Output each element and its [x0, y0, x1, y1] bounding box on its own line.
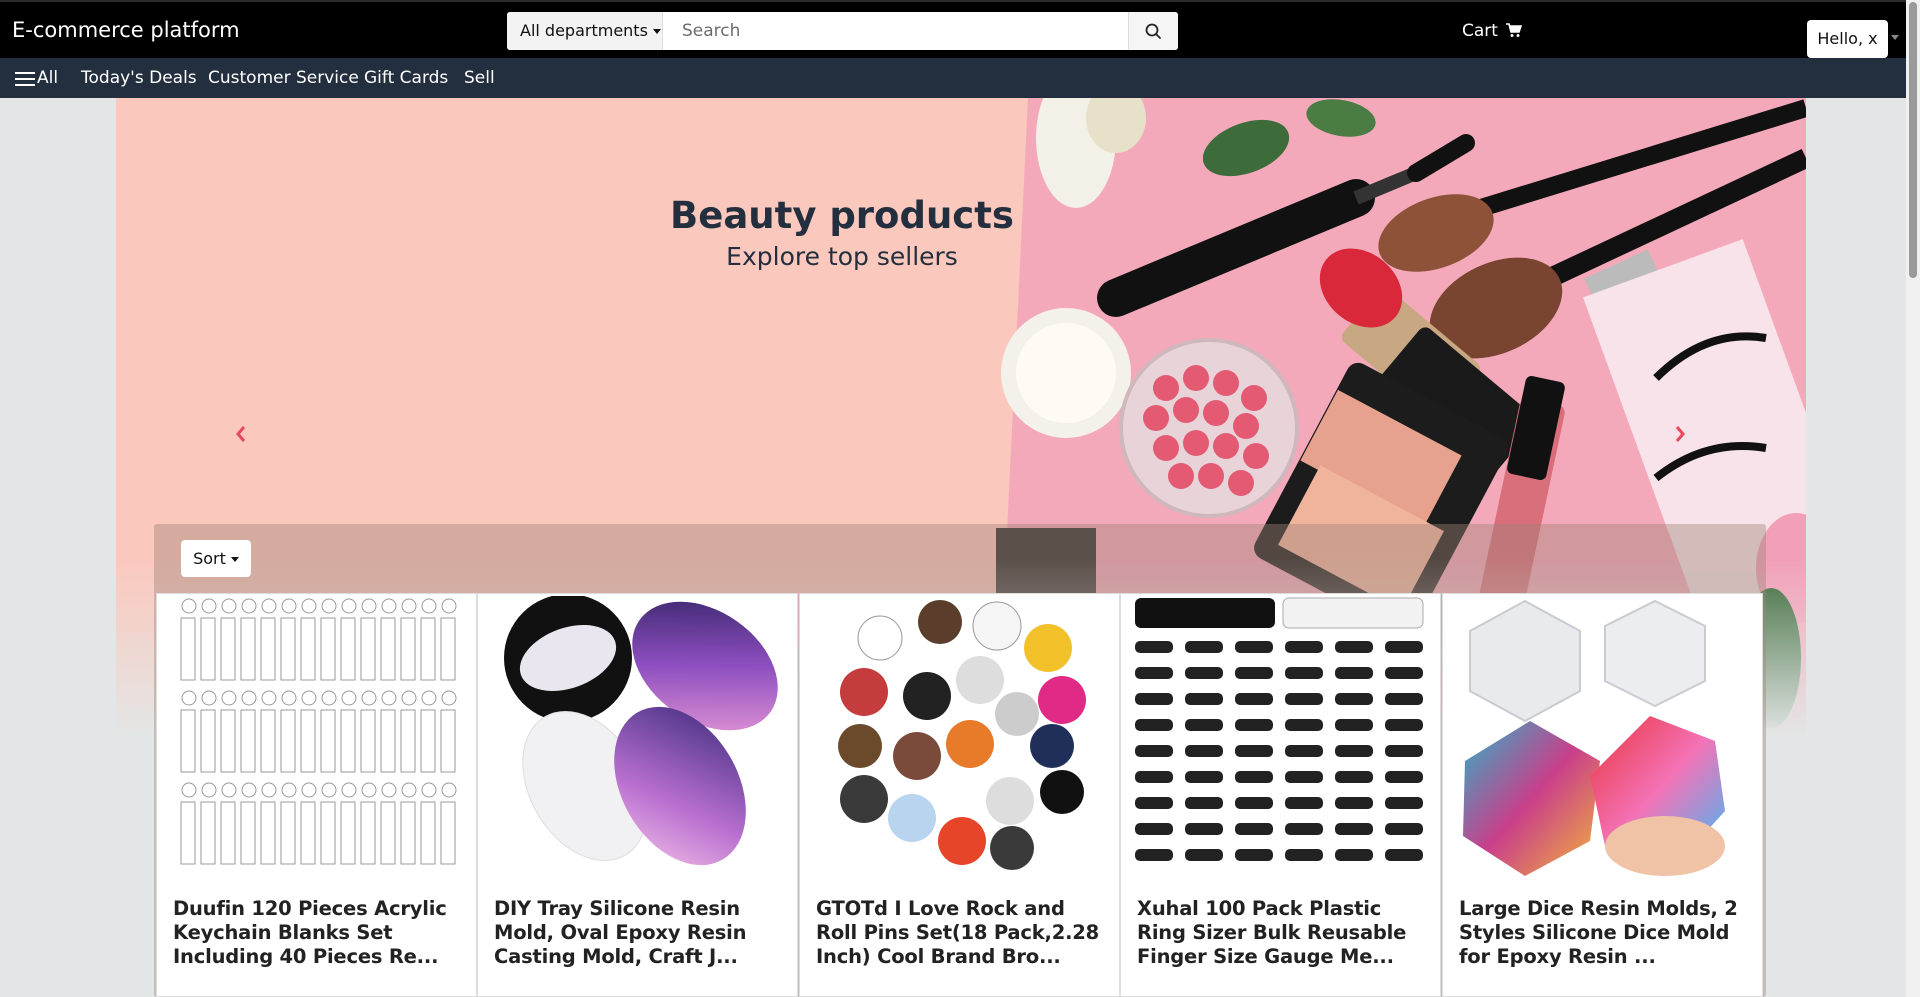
product-image[interactable] [169, 596, 467, 878]
account-menu-button[interactable]: Hello, x [1807, 20, 1888, 58]
vertical-scrollbar[interactable] [1906, 0, 1920, 997]
search-input[interactable] [664, 12, 1128, 50]
search-bar: All departments [507, 12, 1178, 50]
product-image[interactable] [1133, 596, 1431, 878]
sort-dropdown[interactable]: Sort [181, 540, 251, 577]
product-image[interactable] [1455, 596, 1753, 878]
caret-down-icon [652, 29, 661, 34]
product-card[interactable]: Xuhal 100 Pack Plastic Ring Sizer Bulk R… [1120, 593, 1441, 997]
chevron-right-icon[interactable] [1674, 425, 1686, 443]
hero-title: Beauty products [670, 194, 1014, 237]
department-label: All departments [520, 21, 648, 40]
product-title[interactable]: Duufin 120 Pieces Acrylic Keychain Blank… [173, 897, 465, 969]
product-card[interactable]: GTOTd I Love Rock and Roll Pins Set(18 P… [799, 593, 1120, 997]
nav-all[interactable]: All [37, 68, 58, 88]
product-card[interactable]: DIY Tray Silicone Resin Mold, Oval Epoxy… [477, 593, 798, 997]
search-button[interactable] [1128, 12, 1178, 50]
dice-mold-image [1463, 599, 1725, 876]
hero-subtitle: Explore top sellers [726, 242, 958, 271]
product-title[interactable]: DIY Tray Silicone Resin Mold, Oval Epoxy… [494, 897, 786, 969]
cart-icon [1506, 23, 1523, 37]
brand-logo[interactable]: E-commerce platform [12, 18, 240, 42]
keychain-blanks-image [180, 598, 457, 865]
search-icon [1145, 23, 1161, 39]
product-image[interactable] [812, 596, 1110, 878]
cart-label: Cart [1462, 21, 1498, 41]
product-title[interactable]: GTOTd I Love Rock and Roll Pins Set(18 P… [816, 897, 1108, 969]
nav-gift-cards[interactable]: Gift Cards [364, 68, 448, 88]
product-card[interactable]: Duufin 120 Pieces Acrylic Keychain Blank… [156, 593, 477, 997]
product-card[interactable]: Large Dice Resin Molds, 2 Styles Silicon… [1442, 593, 1763, 997]
cart-link[interactable]: Cart [1462, 21, 1523, 41]
product-image[interactable] [490, 596, 788, 878]
sort-label: Sort [193, 549, 226, 568]
product-title[interactable]: Xuhal 100 Pack Plastic Ring Sizer Bulk R… [1137, 897, 1429, 969]
caret-down-icon [230, 557, 239, 562]
nav-todays-deals[interactable]: Today's Deals [81, 68, 197, 88]
scrollbar-thumb[interactable] [1909, 2, 1917, 278]
product-title[interactable]: Large Dice Resin Molds, 2 Styles Silicon… [1459, 897, 1751, 969]
hamburger-icon[interactable] [15, 72, 35, 90]
department-dropdown[interactable]: All departments [507, 12, 663, 50]
nav-customer-service[interactable]: Customer Service [208, 68, 359, 88]
rock-pins-image [838, 600, 1086, 870]
caret-down-icon[interactable] [1891, 35, 1899, 40]
nav-sell[interactable]: Sell [464, 68, 495, 88]
ring-sizer-image [1135, 597, 1424, 861]
chevron-left-icon[interactable] [235, 425, 247, 443]
category-navbar: All Today's Deals Customer Service Gift … [0, 58, 1920, 98]
top-navbar: E-commerce platform All departments Cart… [0, 0, 1920, 58]
resin-tray-image [504, 596, 778, 866]
